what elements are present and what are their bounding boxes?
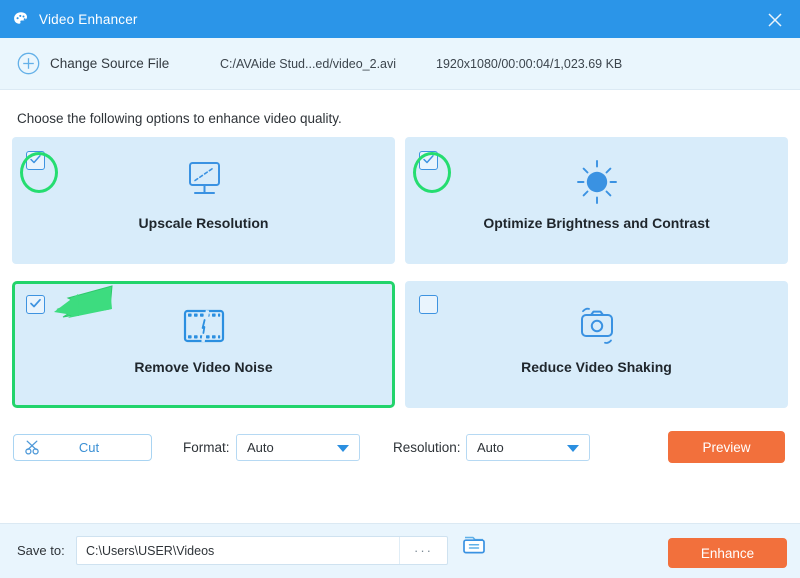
- camera-shake-icon: [568, 302, 626, 350]
- cut-button[interactable]: Cut: [13, 434, 152, 461]
- format-label: Format:: [183, 440, 230, 455]
- source-file-bar: Change Source File C:/AVAide Stud...ed/v…: [0, 38, 800, 90]
- sun-brightness-icon: [568, 158, 626, 206]
- format-select[interactable]: Auto: [236, 434, 360, 461]
- instructions-text: Choose the following options to enhance …: [17, 111, 342, 126]
- window-title: Video Enhancer: [39, 11, 138, 27]
- enhance-button[interactable]: Enhance: [668, 538, 787, 568]
- cut-button-label: Cut: [78, 440, 100, 455]
- resolution-select-value: Auto: [477, 440, 504, 455]
- checkbox-optimize-brightness[interactable]: [419, 151, 438, 170]
- resolution-select[interactable]: Auto: [466, 434, 590, 461]
- browse-button[interactable]: ···: [399, 537, 447, 564]
- option-label-remove-video-noise: Remove Video Noise: [134, 359, 273, 375]
- checkbox-remove-video-noise[interactable]: [26, 295, 45, 314]
- controls-row: Cut Format: Auto Resolution: Auto Previe…: [0, 430, 800, 480]
- option-card-upscale-resolution[interactable]: Upscale Resolution: [12, 137, 395, 264]
- checkbox-reduce-video-shaking[interactable]: [419, 295, 438, 314]
- save-to-label: Save to:: [17, 543, 65, 558]
- palette-icon: [12, 10, 30, 28]
- option-label-upscale-resolution: Upscale Resolution: [138, 215, 269, 231]
- option-label-reduce-video-shaking: Reduce Video Shaking: [521, 359, 672, 375]
- change-source-file-label[interactable]: Change Source File: [50, 56, 169, 71]
- save-path-input[interactable]: C:\Users\USER\Videos ···: [76, 536, 448, 565]
- preview-button[interactable]: Preview: [668, 431, 785, 463]
- main-content: Choose the following options to enhance …: [0, 90, 800, 523]
- plus-circle-icon[interactable]: [17, 52, 40, 75]
- chevron-down-icon: [337, 445, 349, 452]
- title-bar: Video Enhancer: [0, 0, 800, 38]
- resolution-label: Resolution:: [393, 440, 461, 455]
- close-icon[interactable]: [764, 9, 786, 31]
- chevron-down-icon: [567, 445, 579, 452]
- option-label-optimize-brightness: Optimize Brightness and Contrast: [483, 215, 710, 231]
- option-card-optimize-brightness[interactable]: Optimize Brightness and Contrast: [405, 137, 788, 264]
- save-path-value: C:\Users\USER\Videos: [86, 543, 215, 558]
- monitor-upscale-icon: [175, 158, 233, 206]
- film-strip-icon: [175, 302, 233, 350]
- option-card-reduce-video-shaking[interactable]: Reduce Video Shaking: [405, 281, 788, 408]
- source-file-meta: 1920x1080/00:00:04/1,023.69 KB: [436, 56, 623, 71]
- source-file-path: C:/AVAide Stud...ed/video_2.avi: [220, 56, 397, 71]
- video-enhancer-window: Video Enhancer Change Source File C:/AVA…: [0, 0, 800, 578]
- open-folder-icon[interactable]: [461, 534, 487, 556]
- scissors-icon: [24, 439, 41, 456]
- format-select-value: Auto: [247, 440, 274, 455]
- option-card-remove-video-noise[interactable]: Remove Video Noise: [12, 281, 395, 408]
- checkbox-upscale-resolution[interactable]: [26, 151, 45, 170]
